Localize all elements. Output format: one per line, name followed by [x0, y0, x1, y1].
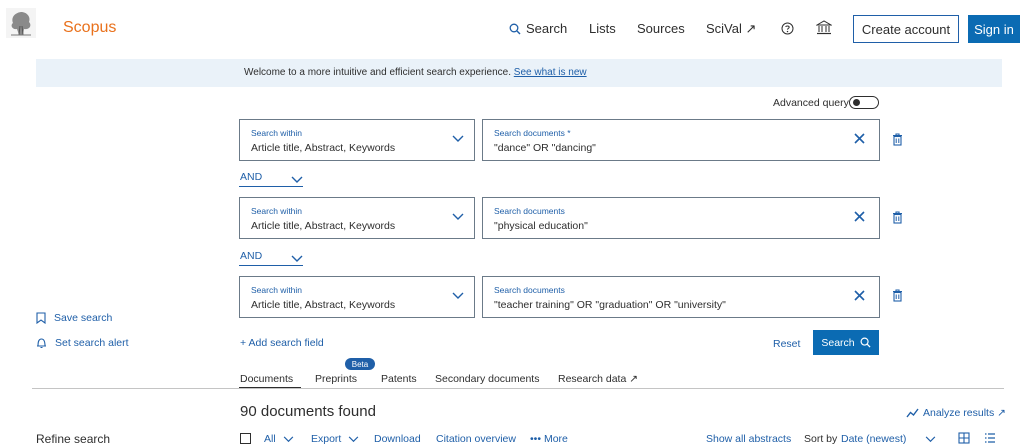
search-documents-input-1[interactable]: Search documents * "dance" OR "dancing": [482, 119, 880, 161]
search-within-select-1[interactable]: Search within Article title, Abstract, K…: [239, 119, 475, 161]
nav-scival[interactable]: SciVal ↗: [706, 21, 756, 37]
scopus-brand[interactable]: Scopus: [63, 19, 116, 37]
tab-research-data[interactable]: Research data ↗: [558, 373, 638, 385]
search-icon: [509, 23, 521, 35]
download-button[interactable]: Download: [374, 433, 421, 444]
operator-underline: [239, 186, 303, 187]
save-search-button[interactable]: Save search: [36, 312, 112, 324]
nav-sources[interactable]: Sources: [637, 21, 685, 36]
search-documents-value: "teacher training" OR "graduation" OR "u…: [494, 299, 726, 311]
sort-value: Date (newest): [841, 433, 907, 444]
list-view-icon[interactable]: [984, 432, 996, 444]
chevron-down-icon: [283, 436, 294, 443]
sort-select[interactable]: Date (newest): [841, 433, 906, 444]
nav-lists[interactable]: Lists: [589, 21, 616, 36]
elsevier-logo[interactable]: [6, 8, 36, 38]
clear-icon[interactable]: [854, 290, 865, 301]
tabs-divider: [32, 388, 1004, 389]
set-search-alert-button[interactable]: Set search alert: [36, 337, 129, 349]
search-within-select-3[interactable]: Search within Article title, Abstract, K…: [239, 276, 475, 318]
search-documents-input-3[interactable]: Search documents "teacher training" OR "…: [482, 276, 880, 318]
citation-overview-button[interactable]: Citation overview: [436, 433, 516, 444]
tab-patents[interactable]: Patents: [381, 373, 417, 385]
search-button-label: Search: [821, 336, 855, 349]
chevron-down-icon: [452, 292, 464, 300]
search-documents-label: Search documents: [494, 206, 565, 216]
sort-by-label: Sort by: [804, 433, 838, 444]
see-what-is-new-link[interactable]: See what is new: [514, 67, 587, 78]
create-account-button[interactable]: Create account: [853, 15, 959, 43]
nav-search-label: Search: [526, 21, 568, 36]
clear-icon[interactable]: [854, 133, 865, 144]
show-all-abstracts-button[interactable]: Show all abstracts: [706, 433, 791, 444]
toggle-knob: [853, 99, 860, 106]
advanced-query-toggle[interactable]: [849, 96, 879, 109]
banner-text: Welcome to a more intuitive and efficien…: [244, 67, 511, 78]
select-all-checkbox[interactable]: [240, 433, 251, 444]
export-label: Export: [311, 433, 342, 444]
beta-badge: Beta: [345, 358, 375, 370]
operator-select-1-label[interactable]: AND: [240, 171, 262, 183]
trash-icon[interactable]: [892, 133, 903, 146]
trash-icon[interactable]: [892, 289, 903, 302]
bell-icon: [36, 337, 47, 349]
tab-secondary-documents[interactable]: Secondary documents: [435, 373, 539, 385]
results-count: 90 documents found: [240, 403, 376, 420]
search-within-select-2[interactable]: Search within Article title, Abstract, K…: [239, 197, 475, 239]
save-search-label: Save search: [54, 312, 113, 324]
chevron-down-icon: [452, 213, 464, 221]
help-icon[interactable]: [781, 22, 794, 35]
chevron-down-icon[interactable]: [291, 176, 303, 184]
institution-icon[interactable]: [816, 20, 832, 36]
bookmark-icon: [36, 312, 46, 324]
search-documents-value: "physical education": [494, 220, 588, 232]
search-within-value: Article title, Abstract, Keywords: [251, 299, 396, 311]
advanced-query-label: Advanced query: [773, 97, 849, 109]
tab-preprints[interactable]: Preprints: [315, 373, 357, 385]
trash-icon[interactable]: [892, 211, 903, 224]
set-search-alert-label: Set search alert: [55, 337, 129, 349]
chevron-down-icon: [452, 135, 464, 143]
search-within-label: Search within: [251, 206, 303, 216]
search-within-label: Search within: [251, 128, 303, 138]
analyze-results-label: Analyze results ↗: [923, 407, 1006, 419]
all-label: All: [264, 433, 276, 444]
banner-message: Welcome to a more intuitive and efficien…: [244, 67, 587, 78]
search-documents-label: Search documents *: [494, 128, 571, 138]
analyze-results-link[interactable]: Analyze results ↗: [906, 407, 1006, 419]
add-search-field-button[interactable]: + Add search field: [240, 337, 324, 349]
sign-in-button[interactable]: Sign in: [968, 15, 1020, 43]
chevron-down-icon: [348, 436, 359, 443]
refine-search-heading: Refine search: [36, 432, 111, 444]
clear-icon[interactable]: [854, 211, 865, 222]
operator-underline: [239, 265, 303, 266]
search-documents-value: "dance" OR "dancing": [494, 142, 596, 154]
reset-button[interactable]: Reset: [773, 338, 800, 350]
search-documents-label: Search documents: [494, 285, 565, 295]
export-dropdown[interactable]: Export: [311, 433, 359, 444]
grid-view-icon[interactable]: [958, 432, 970, 444]
chevron-down-icon[interactable]: [291, 255, 303, 263]
search-icon: [860, 337, 871, 348]
search-within-value: Article title, Abstract, Keywords: [251, 220, 396, 232]
tab-documents[interactable]: Documents: [240, 373, 293, 385]
more-button[interactable]: ••• More: [530, 433, 568, 444]
search-within-value: Article title, Abstract, Keywords: [251, 142, 396, 154]
chevron-down-icon[interactable]: [925, 436, 936, 443]
search-documents-input-2[interactable]: Search documents "physical education": [482, 197, 880, 239]
operator-select-2-label[interactable]: AND: [240, 250, 262, 262]
search-within-label: Search within: [251, 285, 303, 295]
nav-search[interactable]: Search: [509, 21, 567, 36]
trend-icon: [906, 408, 919, 418]
select-all-dropdown[interactable]: All: [264, 433, 294, 444]
search-button[interactable]: Search: [813, 330, 879, 355]
